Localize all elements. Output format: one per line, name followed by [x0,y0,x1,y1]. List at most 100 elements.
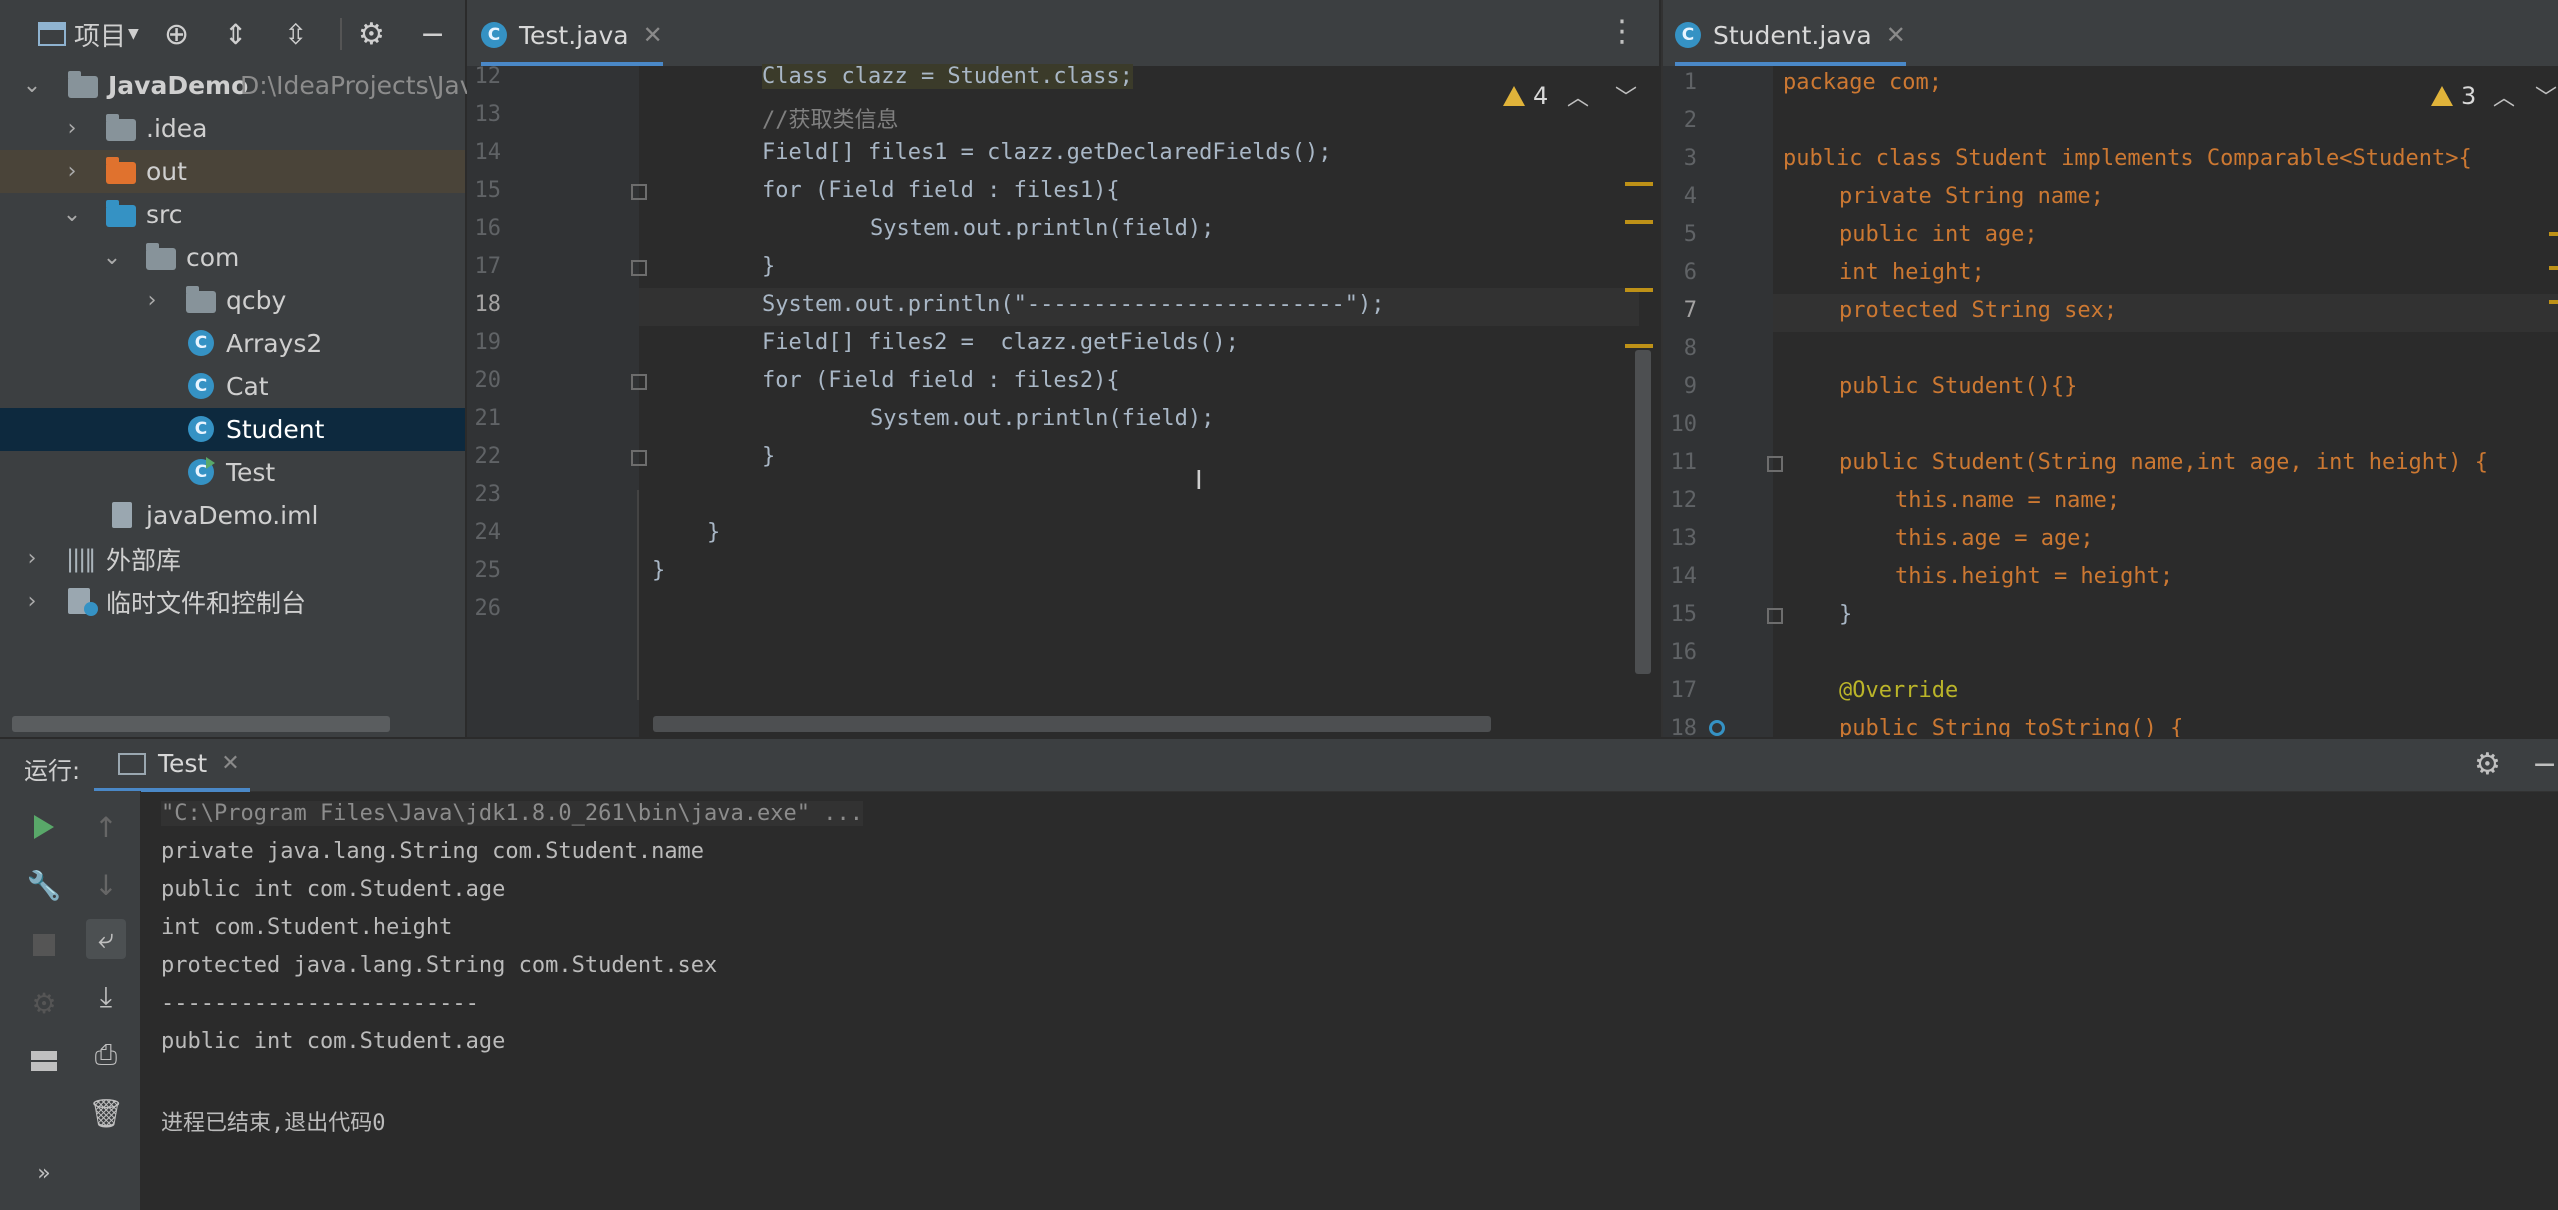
warning-stripe[interactable] [2549,266,2558,270]
warning-stripe[interactable] [1625,220,1653,224]
more-icon[interactable]: » [24,1153,64,1193]
collapse-all-icon[interactable]: ⇳ [284,18,307,51]
tree-item-qcby[interactable]: › qcby [0,279,465,322]
tree-item-src[interactable]: ⌄ src [0,193,465,236]
line-number: 10 [1670,412,1698,437]
tree-item-test[interactable]: C Test [0,451,465,494]
chevron-right-icon[interactable]: › [140,288,164,313]
gear-icon[interactable]: ⚙ [2474,747,2501,782]
tree-item-arrays2[interactable]: C Arrays2 [0,322,465,365]
arrow-up-icon[interactable]: ↑ [86,807,126,847]
fold-icon[interactable] [631,260,647,276]
override-gutter-icon[interactable] [1709,720,1725,736]
close-icon[interactable]: ✕ [643,21,663,49]
tree-item-out[interactable]: › out [0,150,465,193]
more-options-icon[interactable]: ⋮ [1607,14,1637,49]
vertical-scrollbar[interactable] [1635,350,1651,674]
tree-item-idea[interactable]: › .idea [0,107,465,150]
debug-settings-icon[interactable]: ⚙ [24,983,64,1023]
tab-student-java[interactable]: C Student.java ✕ [1675,8,1906,66]
warning-stripe[interactable] [1625,344,1653,348]
chevron-right-icon[interactable]: › [60,159,84,184]
warning-indicator[interactable]: 3 [2431,82,2476,110]
project-view-label: 项目 [74,21,127,52]
stop-icon[interactable] [24,925,64,965]
warning-stripe[interactable] [2549,232,2558,236]
code-line: this.age = age; [1895,526,2094,551]
tree-item-external-libraries[interactable]: › |||‖ 外部库 [0,537,465,580]
tab-label: Test [158,749,208,778]
chevron-right-icon[interactable]: › [60,116,84,141]
fold-icon[interactable] [631,374,647,390]
warning-stripe[interactable] [1625,288,1653,292]
warning-stripe[interactable] [1625,182,1653,186]
gear-icon[interactable]: ⚙ [358,17,385,52]
trash-icon[interactable]: 🗑 [86,1093,126,1133]
fold-icon[interactable] [1767,608,1783,624]
code-line: System.out.println(field); [817,216,1215,241]
close-icon[interactable]: ✕ [221,751,239,776]
previous-highlight-icon[interactable]: ︿ [1567,80,1589,112]
warning-stripe[interactable] [2549,300,2558,304]
chevron-right-icon[interactable]: › [20,546,44,571]
line-number: 9 [1683,374,1697,399]
code-line: //获取类信息 [762,108,899,133]
code-line: } [1839,602,1853,627]
tree-item-cat[interactable]: C Cat [0,365,465,408]
scroll-to-end-icon[interactable]: ⤓ [86,977,126,1017]
tree-item-javademo[interactable]: ⌄ JavaDemo D:\IdeaProjects\Java [0,64,490,107]
close-icon[interactable]: ✕ [1886,21,1906,49]
code-line: private String name; [1839,184,2104,209]
tree-item-student[interactable]: C Student [0,408,465,451]
code-line: Field[] files2 = clazz.getFields(); [762,330,1239,355]
line-number: 17 [474,254,502,279]
minimize-icon[interactable]: − [2532,747,2557,782]
editor-tabbar: C Test.java ✕ ⋮ [467,0,1659,66]
tree-item-iml[interactable]: javaDemo.iml [0,494,465,537]
fold-guide [637,490,639,700]
locate-icon[interactable]: ⊕ [164,17,189,52]
chevron-down-icon[interactable]: ⌄ [100,245,124,270]
code-line: System.out.println("--------------------… [762,292,1385,317]
fold-icon[interactable] [1767,456,1783,472]
tree-item-com[interactable]: ⌄ com [0,236,465,279]
tab-label: Student.java [1713,20,1872,50]
warning-indicator[interactable]: 4 [1503,82,1548,110]
text-cursor-icon: I [1195,466,1203,496]
next-highlight-icon[interactable]: ﹀ [1615,80,1637,112]
run-config-icon [118,752,146,775]
code-line: public class Student implements Comparab… [1783,146,2472,171]
tree-item-label: Arrays2 [226,329,323,358]
line-number: 24 [474,520,502,545]
chevron-right-icon[interactable]: › [20,589,44,614]
chevron-down-icon[interactable]: ⌄ [20,73,44,98]
soft-wrap-icon[interactable]: ⤶ [86,919,126,959]
run-marker-icon [206,457,215,469]
tab-run-test[interactable]: Test ✕ [94,739,250,792]
expand-all-icon[interactable]: ⇕ [224,18,247,51]
project-view-selector[interactable]: 项目 ▼ [38,18,139,52]
run-header: 运行: Test ✕ ⚙ − [0,739,2558,792]
previous-highlight-icon[interactable]: ︿ [2493,80,2515,112]
tab-test-java[interactable]: C Test.java ✕ [481,8,663,66]
run-label: 运行: [24,757,81,785]
tree-item-label: qcby [226,286,287,315]
chevron-down-icon[interactable]: ⌄ [60,202,84,227]
wrench-icon[interactable]: 🔧 [24,865,64,905]
console-line: "C:\Program Files\Java\jdk1.8.0_261\bin\… [161,801,863,826]
code-line: protected String sex; [1839,298,2118,323]
tree-item-scratches[interactable]: › 临时文件和控制台 [0,580,465,623]
horizontal-scrollbar[interactable] [653,716,1491,732]
rerun-icon[interactable] [24,807,64,847]
fold-icon[interactable] [631,450,647,466]
next-highlight-icon[interactable]: ﹀ [2535,80,2557,112]
fold-icon[interactable] [631,184,647,200]
source-folder-icon [106,200,136,227]
horizontal-scrollbar[interactable] [12,716,390,732]
line-number: 5 [1683,222,1697,247]
layout-icon[interactable] [24,1041,64,1081]
print-icon[interactable]: ⎙ [86,1035,126,1075]
minimize-icon[interactable]: − [420,17,445,52]
arrow-down-icon[interactable]: ↓ [86,865,126,905]
console-line: public int com.Student.age [161,877,506,902]
